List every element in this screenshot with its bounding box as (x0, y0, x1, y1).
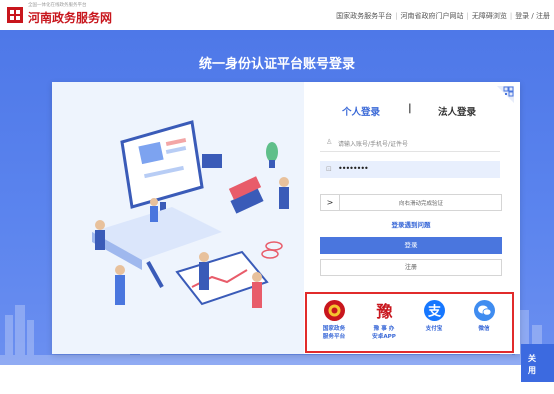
nav-national-platform[interactable]: 国家政务服务平台 (336, 11, 392, 21)
popup-text-line1: 关 (528, 354, 536, 363)
third-party-label: 豫 事 办 (373, 326, 395, 332)
login-button[interactable]: 登录 (320, 237, 502, 254)
popup-text-line2: 用 (528, 366, 536, 375)
svg-text:支: 支 (426, 304, 441, 320)
tab-corporate-login[interactable]: 法人登录 (438, 104, 476, 118)
yushiban-icon: 豫 (374, 300, 395, 321)
third-party-label: 微信 (478, 326, 490, 332)
login-tabs: 个人登录 | 法人登录 (320, 103, 510, 120)
third-party-label: 服务平台 (322, 334, 346, 340)
third-party-login-panel: 国家政务服务平台 豫 豫 事 办安卓APP 支 支付宝 微信 (305, 292, 514, 353)
alipay-icon: 支 (423, 300, 445, 321)
third-party-yushiban[interactable]: 豫 豫 事 办安卓APP (361, 300, 407, 341)
nav-accessibility[interactable]: 无障碍浏览 (472, 11, 507, 21)
site-logo-icon[interactable] (6, 6, 24, 24)
logo-title[interactable]: 河南政务服务网 (28, 9, 112, 26)
qrcode-login-icon[interactable] (497, 86, 514, 103)
slide-verification[interactable]: > 向右滑动完成验证 (320, 194, 502, 211)
slider-hint: 向右滑动完成验证 (398, 201, 443, 207)
page-title: 统一身份认证平台账号登录 (198, 57, 355, 72)
nav-login-register[interactable]: 登录 / 注册 (515, 11, 550, 21)
third-party-label: 支付宝 (425, 326, 443, 332)
wechat-icon (473, 300, 495, 321)
site-header: 全国一体化在线政务服务平台 河南政务服务网 国家政务服务平台 | 河南省政府门户网站… (0, 0, 554, 30)
account-input[interactable]: ♙ 请输入账号/手机号/证件号 (320, 134, 500, 152)
third-party-label: 安卓APP (372, 334, 396, 340)
slider-handle[interactable]: > (321, 195, 340, 210)
top-nav: 国家政务服务平台 | 河南省政府门户网站 | 无障碍浏览 | 登录 / 注册 (336, 11, 550, 21)
office-illustration (52, 82, 304, 354)
third-party-wechat[interactable]: 微信 (461, 300, 507, 333)
register-button[interactable]: 注册 (320, 259, 502, 276)
footer-strip (0, 365, 554, 394)
svg-text:豫: 豫 (376, 302, 392, 321)
password-value: •••••••• (338, 164, 369, 173)
third-party-label: 国家政务 (322, 326, 346, 332)
national-emblem-icon (323, 300, 345, 321)
third-party-alipay[interactable]: 支 支付宝 (411, 300, 457, 333)
third-party-national-platform[interactable]: 国家政务 服务平台 (311, 300, 357, 341)
login-help-link[interactable]: 登录遇到问题 (320, 219, 502, 229)
nav-henan-gov-portal[interactable]: 河南省政府门户网站 (400, 11, 463, 21)
password-input[interactable]: ⊡ •••••••• (320, 161, 500, 178)
logo-subtitle: 全国一体化在线政务服务平台 (28, 3, 87, 8)
login-card: 个人登录 | 法人登录 ♙ 请输入账号/手机号/证件号 ⊡ •••••••• >… (52, 82, 520, 354)
tab-personal-login[interactable]: 个人登录 (342, 104, 380, 118)
user-icon: ♙ (326, 138, 333, 146)
lock-icon: ⊡ (326, 165, 332, 173)
side-popup[interactable]: 关 用 (521, 344, 554, 382)
tab-separator: | (408, 103, 412, 114)
account-placeholder: 请输入账号/手机号/证件号 (338, 141, 409, 148)
